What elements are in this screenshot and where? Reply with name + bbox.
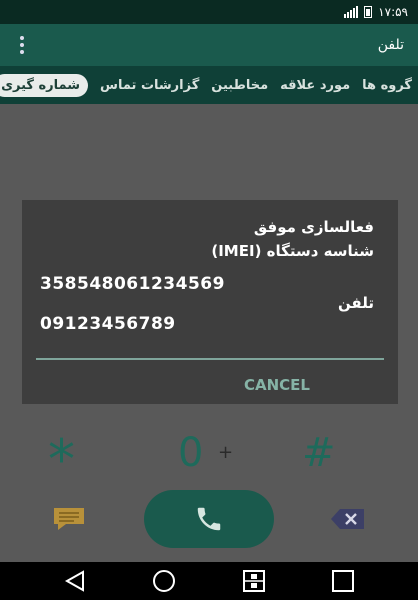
battery-icon — [364, 6, 373, 18]
action-row — [0, 490, 418, 550]
back-icon[interactable] — [55, 566, 95, 596]
tab-dialer[interactable]: شماره گیری — [0, 73, 89, 97]
dialog-title: فعالسازی موفق — [253, 218, 374, 236]
phone-value: 09123456789 — [40, 314, 176, 334]
app-bar: تلفن — [0, 24, 418, 66]
zero-key[interactable]: 0 — [178, 430, 203, 476]
phone-label: تلفن — [337, 294, 374, 312]
phone-icon — [197, 507, 221, 531]
signal-icon — [344, 6, 359, 18]
recent-apps-icon[interactable] — [323, 566, 363, 596]
home-icon[interactable] — [144, 566, 184, 596]
message-icon[interactable] — [52, 506, 86, 536]
tab-contacts[interactable]: مخاطبین — [211, 78, 268, 93]
backspace-icon[interactable] — [330, 508, 366, 534]
status-bar: ۱۷:۵۹ — [0, 0, 418, 24]
navigation-bar — [0, 562, 418, 600]
dialog-divider — [36, 358, 384, 360]
activation-dialog: فعالسازی موفق شناسه دستگاه (IMEI) 358548… — [22, 200, 398, 404]
call-button[interactable] — [144, 490, 274, 548]
star-key[interactable]: * — [48, 428, 75, 491]
plus-label: + — [218, 442, 234, 463]
tab-bar: گروه ها مورد علاقه مخاطبین گزارشات تماس … — [0, 66, 418, 104]
tab-groups[interactable]: گروه ها — [362, 78, 412, 93]
status-time: ۱۷:۵۹ — [378, 5, 408, 19]
app-title: تلفن — [377, 37, 404, 53]
dual-window-icon[interactable] — [234, 566, 274, 596]
hash-key[interactable]: # — [302, 430, 336, 476]
tab-favorites[interactable]: مورد علاقه — [280, 78, 350, 93]
imei-label: شناسه دستگاه (IMEI) — [211, 242, 374, 260]
tab-call-log[interactable]: گزارشات تماس — [100, 78, 199, 93]
overflow-menu-icon[interactable] — [14, 32, 30, 58]
dialpad-bottom-row: * 0 + # — [0, 428, 418, 491]
cancel-button[interactable]: CANCEL — [244, 376, 310, 394]
imei-value: 358548061234569 — [40, 274, 225, 294]
